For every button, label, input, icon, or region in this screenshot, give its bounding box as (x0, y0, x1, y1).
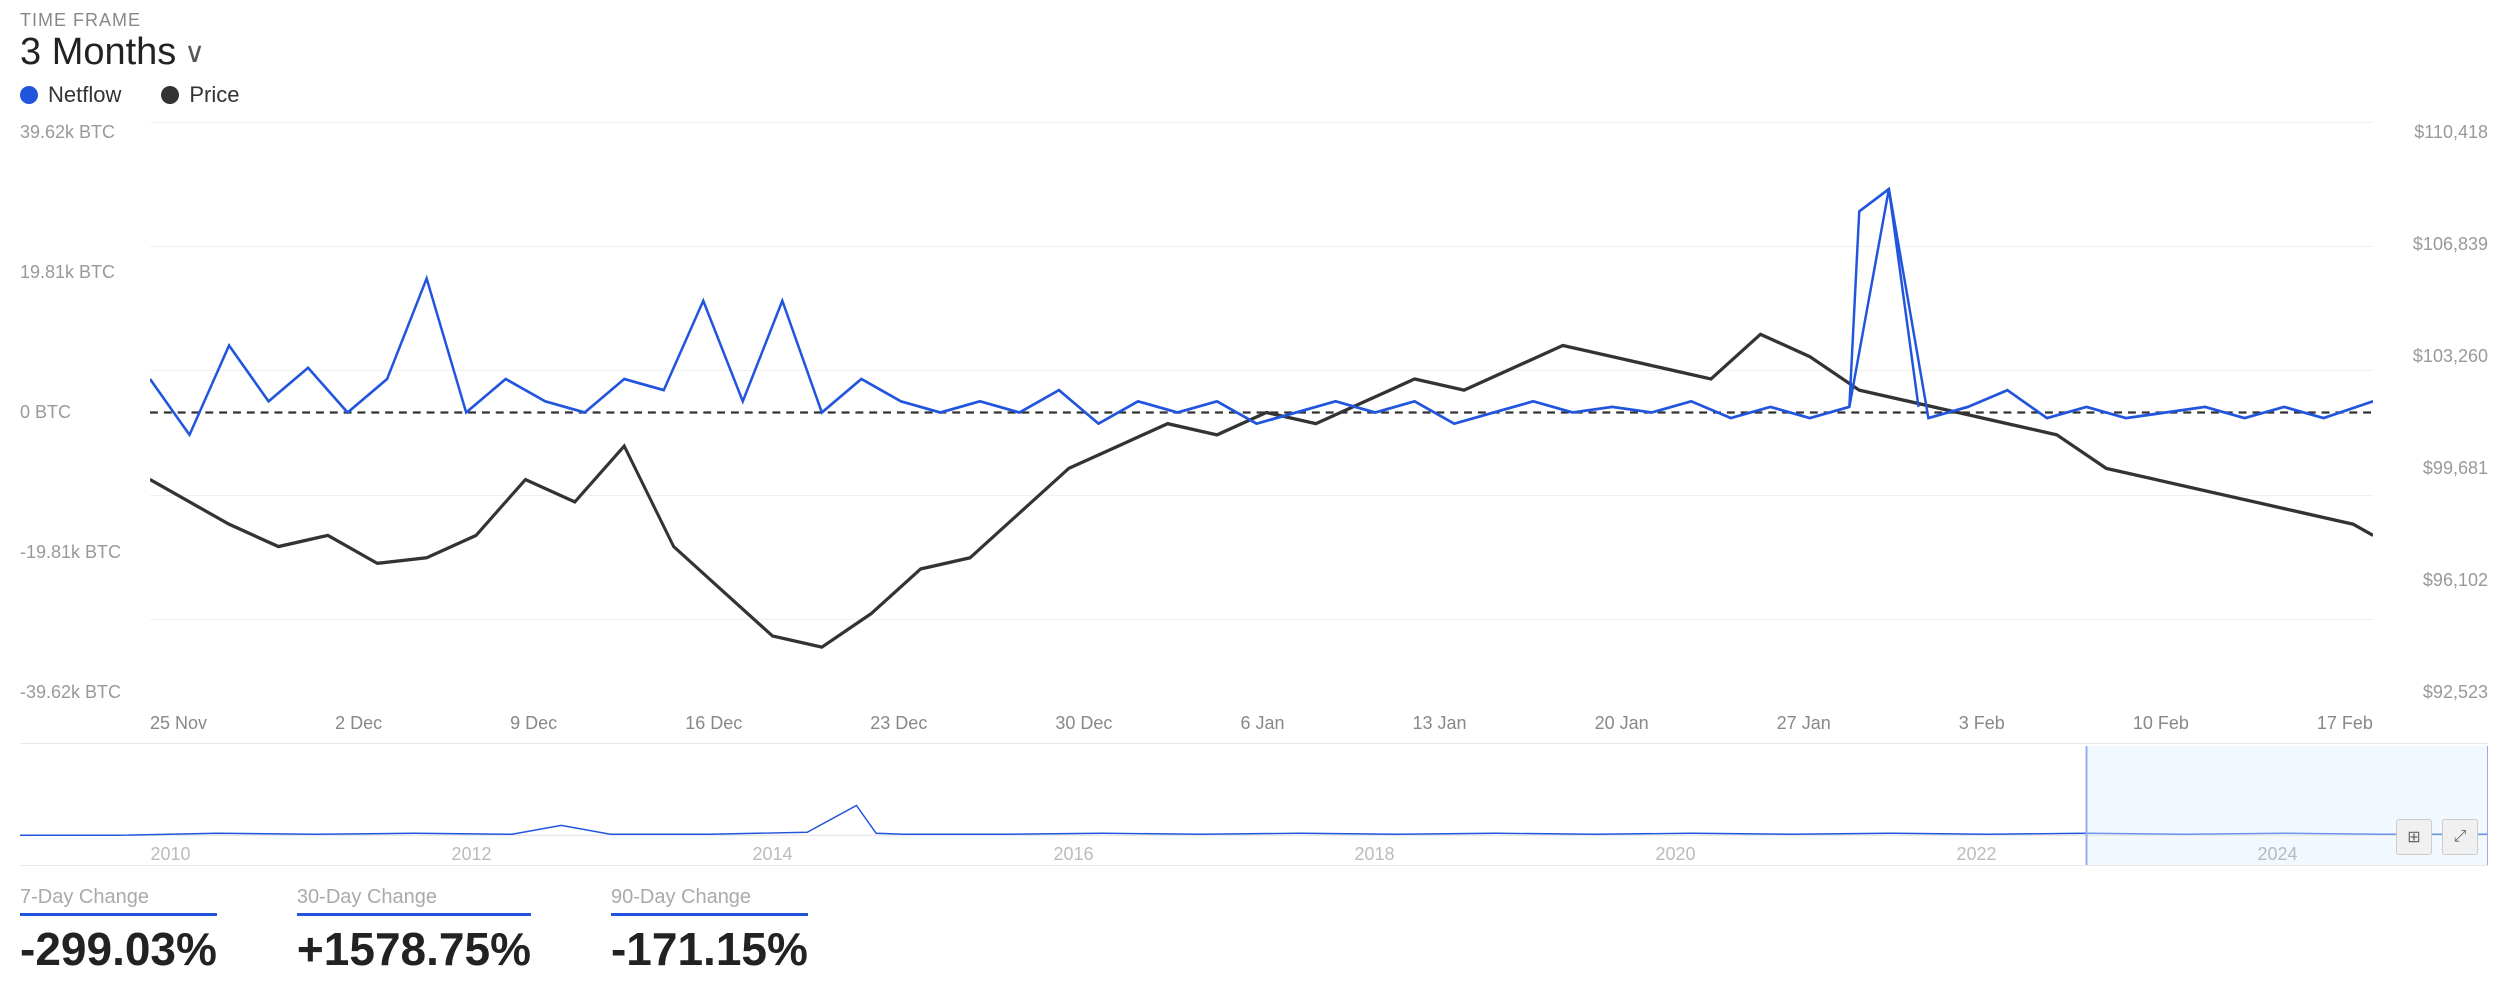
x-axis: 25 Nov 2 Dec 9 Dec 16 Dec 23 Dec 30 Dec … (150, 703, 2373, 743)
x-label-0: 25 Nov (150, 713, 207, 734)
time-frame-label: TIME FRAME (20, 10, 2488, 31)
year-2012: 2012 (451, 844, 491, 865)
y-axis-left: 39.62k BTC 19.81k BTC 0 BTC -19.81k BTC … (20, 122, 150, 703)
y-axis-right: $110,418 $106,839 $103,260 $99,681 $96,1… (2378, 122, 2488, 703)
legend-netflow-label: Netflow (48, 82, 121, 108)
chart-area: 39.62k BTC 19.81k BTC 0 BTC -19.81k BTC … (20, 122, 2488, 976)
year-2016: 2016 (1053, 844, 1093, 865)
y-label-0: 39.62k BTC (20, 122, 150, 143)
y-label-4: -39.62k BTC (20, 682, 150, 703)
legend-price-label: Price (189, 82, 239, 108)
main-chart-svg (150, 122, 2373, 703)
chart-legend: Netflow Price (20, 82, 2488, 108)
x-label-7: 13 Jan (1413, 713, 1467, 734)
y-right-label-0: $110,418 (2414, 122, 2488, 143)
x-label-5: 30 Dec (1055, 713, 1112, 734)
stats-section: 7-Day Change -299.03% 30-Day Change +157… (20, 866, 2488, 976)
stat-7day: 7-Day Change -299.03% (20, 886, 217, 976)
year-2018: 2018 (1354, 844, 1394, 865)
x-label-1: 2 Dec (335, 713, 382, 734)
year-2014: 2014 (752, 844, 792, 865)
x-label-12: 17 Feb (2317, 713, 2373, 734)
x-label-9: 27 Jan (1777, 713, 1831, 734)
chart-svg-container (150, 122, 2373, 703)
mini-icon-expand[interactable]: ⤢ (2442, 819, 2478, 855)
stat-90day-value: -171.15% (611, 922, 808, 976)
price-dot-icon (161, 86, 179, 104)
mini-chart[interactable]: 2010 2012 2014 2016 2018 2020 2022 2024 … (20, 746, 2488, 866)
y-label-3: -19.81k BTC (20, 542, 150, 563)
legend-netflow: Netflow (20, 82, 121, 108)
x-label-6: 6 Jan (1240, 713, 1284, 734)
time-frame-section: TIME FRAME 3 Months ∨ (20, 10, 2488, 74)
y-right-label-1: $106,839 (2413, 234, 2488, 255)
chevron-down-icon: ∨ (184, 36, 205, 69)
y-label-1: 19.81k BTC (20, 262, 150, 283)
stat-30day: 30-Day Change +1578.75% (297, 886, 531, 976)
stat-30day-value: +1578.75% (297, 922, 531, 976)
y-right-label-3: $99,681 (2423, 458, 2488, 479)
y-right-label-2: $103,260 (2413, 346, 2488, 367)
year-2022: 2022 (1956, 844, 1996, 865)
time-frame-selector[interactable]: 3 Months ∨ (20, 31, 2488, 74)
x-label-2: 9 Dec (510, 713, 557, 734)
legend-price: Price (161, 82, 239, 108)
stat-7day-value: -299.03% (20, 922, 217, 976)
time-frame-value-text: 3 Months (20, 31, 176, 74)
y-label-2: 0 BTC (20, 402, 150, 423)
year-2010: 2010 (150, 844, 190, 865)
stat-90day-label: 90-Day Change (611, 886, 808, 916)
netflow-dot-icon (20, 86, 38, 104)
stat-90day: 90-Day Change -171.15% (611, 886, 808, 976)
x-label-10: 3 Feb (1959, 713, 2005, 734)
x-label-8: 20 Jan (1595, 713, 1649, 734)
year-2024: 2024 (2257, 844, 2297, 865)
y-right-label-5: $92,523 (2423, 682, 2488, 703)
x-label-4: 23 Dec (870, 713, 927, 734)
y-right-label-4: $96,102 (2423, 570, 2488, 591)
mini-year-labels: 2010 2012 2014 2016 2018 2020 2022 2024 (20, 844, 2428, 865)
main-chart[interactable]: 39.62k BTC 19.81k BTC 0 BTC -19.81k BTC … (20, 122, 2488, 744)
main-container: TIME FRAME 3 Months ∨ Netflow Price (0, 0, 2508, 986)
x-label-3: 16 Dec (685, 713, 742, 734)
mini-icon-bars[interactable]: ⊞ (2396, 819, 2432, 855)
stat-30day-label: 30-Day Change (297, 886, 531, 916)
year-2020: 2020 (1655, 844, 1695, 865)
mini-chart-icons: ⊞ ⤢ (2396, 819, 2478, 855)
x-label-11: 10 Feb (2133, 713, 2189, 734)
stat-7day-label: 7-Day Change (20, 886, 217, 916)
